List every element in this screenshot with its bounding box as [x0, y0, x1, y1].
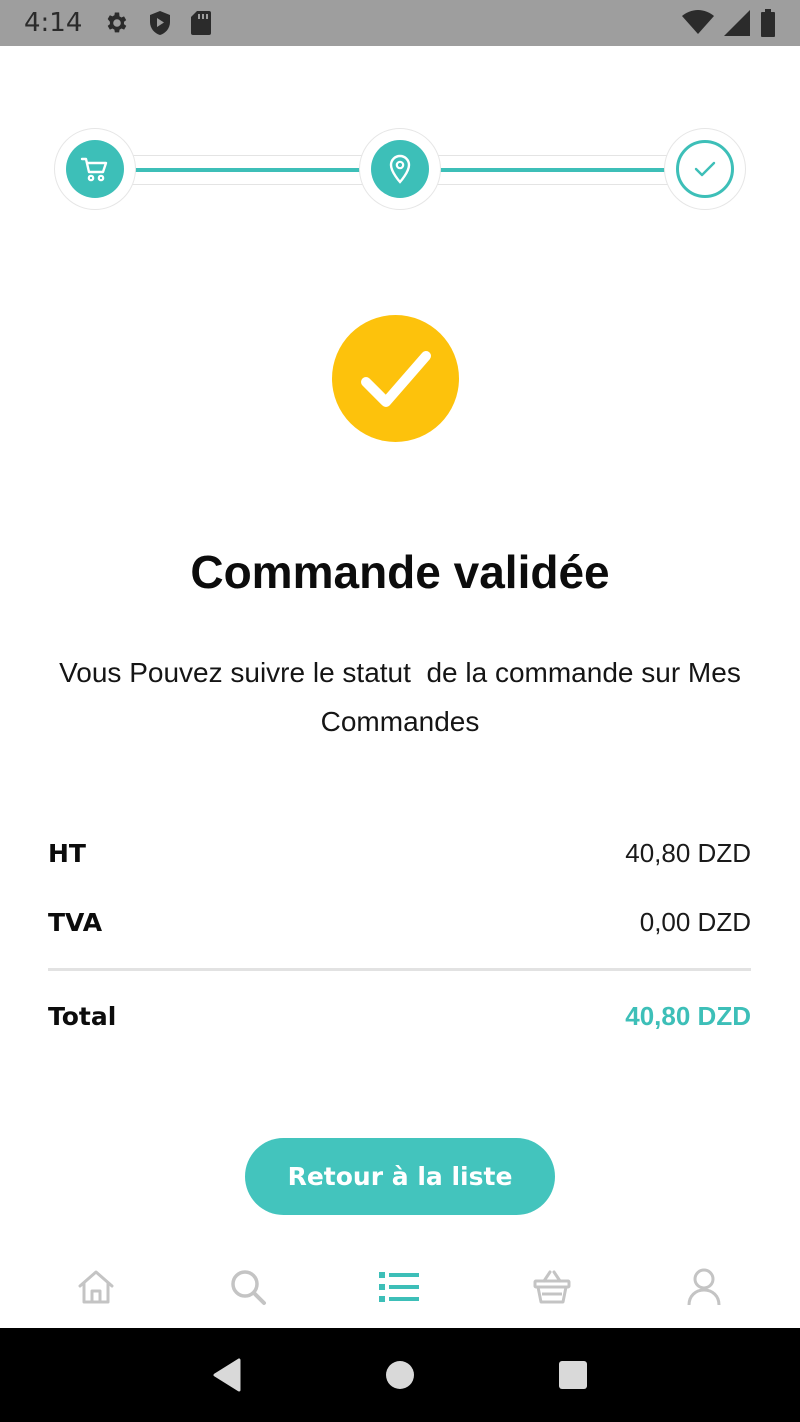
bottom-nav [0, 1246, 800, 1328]
total-label: Total [48, 1002, 117, 1031]
status-right-icons [682, 9, 776, 37]
search-icon [231, 1270, 266, 1305]
step-confirmation [664, 128, 746, 210]
step-confirmation-circle [676, 140, 734, 198]
cart-icon [80, 157, 108, 182]
tva-value: 0,00 DZD [639, 907, 751, 937]
back-icon [213, 1358, 241, 1392]
nav-item-search[interactable] [208, 1252, 288, 1322]
nav-item-basket[interactable] [512, 1252, 592, 1322]
total-value: 40,80 DZD [625, 1001, 751, 1031]
recents-icon [559, 1361, 588, 1389]
nav-item-home[interactable] [56, 1252, 136, 1322]
system-home-button[interactable] [370, 1345, 430, 1405]
ht-label: HT [48, 839, 86, 868]
check-icon [694, 161, 716, 177]
status-bar: 4:14 [0, 0, 800, 46]
step-address [359, 128, 441, 210]
check-icon [360, 350, 431, 407]
location-pin-icon [389, 154, 411, 184]
shield-icon [150, 11, 171, 35]
wifi-icon [682, 10, 714, 34]
basket-icon [533, 1270, 571, 1304]
tva-label: TVA [48, 908, 103, 937]
success-badge [332, 315, 459, 442]
sd-card-icon [191, 11, 212, 35]
nav-item-profile[interactable] [664, 1252, 744, 1322]
confirmation-message: Vous Pouvez suivre le statut de la comma… [59, 657, 749, 737]
status-left-icons [104, 10, 212, 36]
summary-row-ht: HT 40,80 DZD [48, 838, 751, 869]
summary-row-total: Total 40,80 DZD [48, 1001, 751, 1032]
gear-icon [108, 12, 127, 33]
step-address-circle [371, 140, 429, 198]
home-circle-icon [385, 1361, 414, 1389]
summary-divider [48, 968, 751, 971]
home-icon [78, 1270, 114, 1304]
battery-icon [761, 9, 775, 37]
system-back-button[interactable] [197, 1345, 257, 1405]
page-title: Commande validée [190, 546, 610, 598]
user-icon [687, 1268, 721, 1306]
summary-row-tva: TVA 0,00 DZD [48, 907, 751, 938]
signal-icon [724, 10, 750, 36]
return-to-list-button[interactable]: Retour à la liste [245, 1138, 555, 1215]
status-time: 4:14 [24, 8, 83, 38]
checkout-stepper [54, 128, 746, 212]
list-icon [379, 1272, 419, 1302]
step-cart [54, 128, 136, 210]
step-cart-circle [66, 140, 124, 198]
system-recents-button[interactable] [543, 1345, 603, 1405]
ht-value: 40,80 DZD [625, 838, 751, 868]
system-nav-bar [0, 1328, 800, 1422]
nav-item-orders[interactable] [360, 1252, 440, 1322]
